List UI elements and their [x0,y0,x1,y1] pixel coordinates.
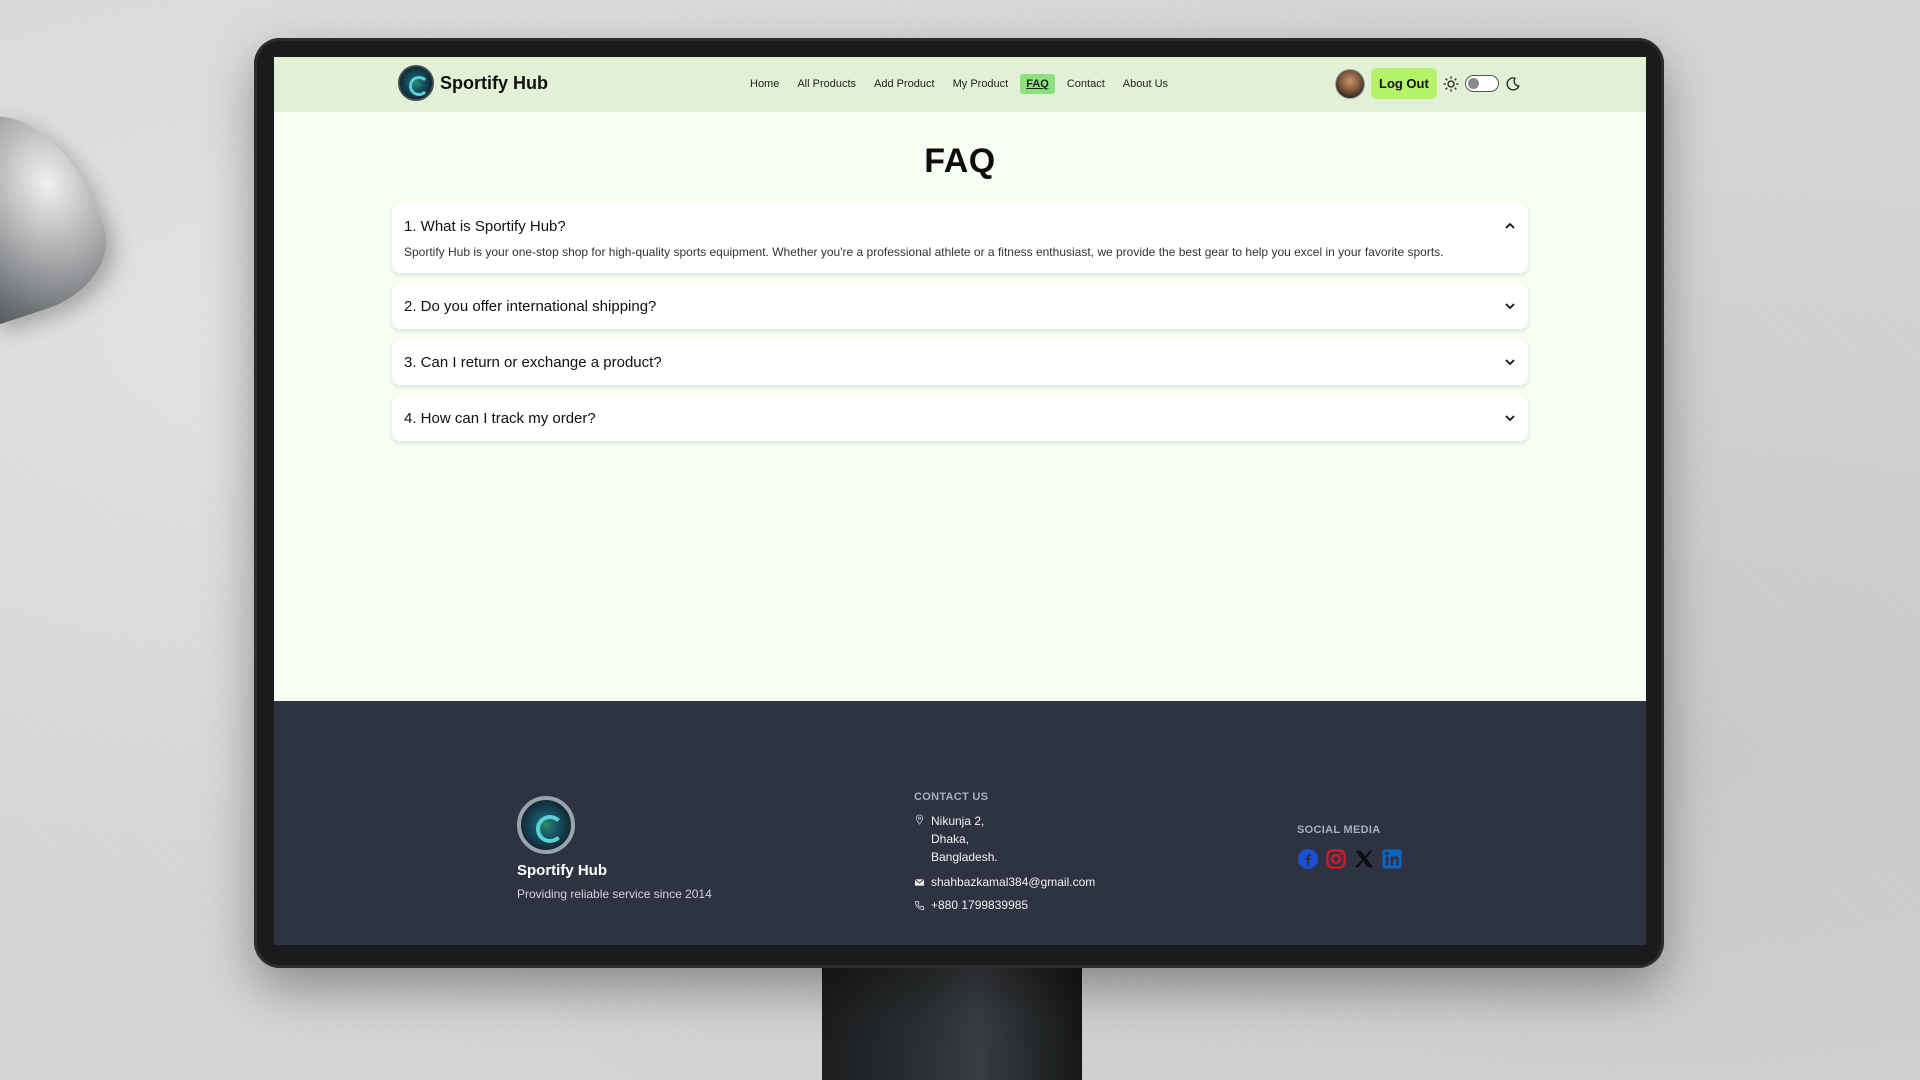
nav-link-faq[interactable]: FAQ [1020,74,1055,94]
faq-question-toggle[interactable]: 2. Do you offer international shipping? [404,283,1516,329]
location-pin-icon [915,814,924,825]
nav-links: Home All Products Add Product My Product… [744,74,1180,94]
linkedin-icon[interactable] [1381,848,1403,870]
footer-brand: Sportify Hub Providing reliable service … [517,796,712,901]
phone-text: +880 1799839985 [931,898,1029,912]
faq-item: 1. What is Sportify Hub? Sportify Hub is… [392,203,1528,273]
footer-contact: CONTACT US Nikunja 2, Dhaka, Bangladesh.… [914,791,1095,921]
contact-address: Nikunja 2, Dhaka, Bangladesh. [914,812,1095,866]
brand-logo [398,65,434,101]
footer: Sportify Hub Providing reliable service … [274,701,1646,945]
footer-brand-name: Sportify Hub [517,862,607,879]
nav-link-about-us[interactable]: About Us [1117,74,1174,94]
chevron-down-icon [1505,359,1515,366]
brand-name: Sportify Hub [440,72,548,93]
contact-email[interactable]: shahbazkamal384@gmail.com [914,875,1095,889]
facebook-icon[interactable] [1297,848,1319,870]
footer-social: SOCIAL MEDIA [1297,824,1403,870]
faq-question: 2. Do you offer international shipping? [404,297,657,315]
faq-answer: Sportify Hub is your one-stop shop for h… [404,245,1444,259]
sun-icon [1443,76,1459,91]
nav-link-all-products[interactable]: All Products [791,74,862,94]
chevron-down-icon [1505,415,1515,422]
faq-question: 1. What is Sportify Hub? [404,217,566,235]
instagram-icon[interactable] [1325,848,1347,870]
chevron-up-icon [1505,222,1515,229]
faq-question: 3. Can I return or exchange a product? [404,353,662,371]
faq-item: 3. Can I return or exchange a product? [392,339,1528,385]
contact-title: CONTACT US [914,791,989,803]
faq-question-toggle[interactable]: 3. Can I return or exchange a product? [404,339,1516,385]
browser-screen: Sportify Hub Home All Products Add Produ… [274,57,1646,945]
navbar: Sportify Hub Home All Products Add Produ… [274,57,1646,112]
social-title: SOCIAL MEDIA [1297,824,1381,836]
theme-toggle[interactable] [1464,75,1499,92]
nav-link-my-product[interactable]: My Product [947,74,1015,94]
contact-phone[interactable]: +880 1799839985 [914,898,1095,912]
faq-item: 4. How can I track my order? [392,395,1528,441]
logout-button[interactable]: Log Out [1371,68,1437,99]
phone-icon [914,900,925,911]
address-line: Dhaka, [931,832,970,846]
footer-logo [517,796,575,854]
page-title: FAQ [924,142,996,180]
address-line: Nikunja 2, [931,814,985,828]
brand[interactable]: Sportify Hub [398,65,548,101]
email-text: shahbazkamal384@gmail.com [931,875,1096,889]
x-icon[interactable] [1353,848,1375,870]
moon-icon [1506,76,1520,91]
faq-item: 2. Do you offer international shipping? [392,283,1528,329]
monitor-stand [822,962,1082,1080]
footer-tagline: Providing reliable service since 2014 [517,887,712,901]
avatar[interactable] [1335,68,1365,99]
faq-list: 1. What is Sportify Hub? Sportify Hub is… [392,203,1528,451]
chevron-down-icon [1505,303,1515,310]
faq-question: 4. How can I track my order? [404,409,596,427]
mail-icon [914,878,925,886]
faq-question-toggle[interactable]: 4. How can I track my order? [404,395,1516,441]
nav-link-home[interactable]: Home [744,74,785,94]
nav-link-add-product[interactable]: Add Product [868,74,941,94]
address-line: Bangladesh. [931,850,998,864]
nav-link-contact[interactable]: Contact [1061,74,1111,94]
nav-actions: Log Out [1335,68,1521,99]
